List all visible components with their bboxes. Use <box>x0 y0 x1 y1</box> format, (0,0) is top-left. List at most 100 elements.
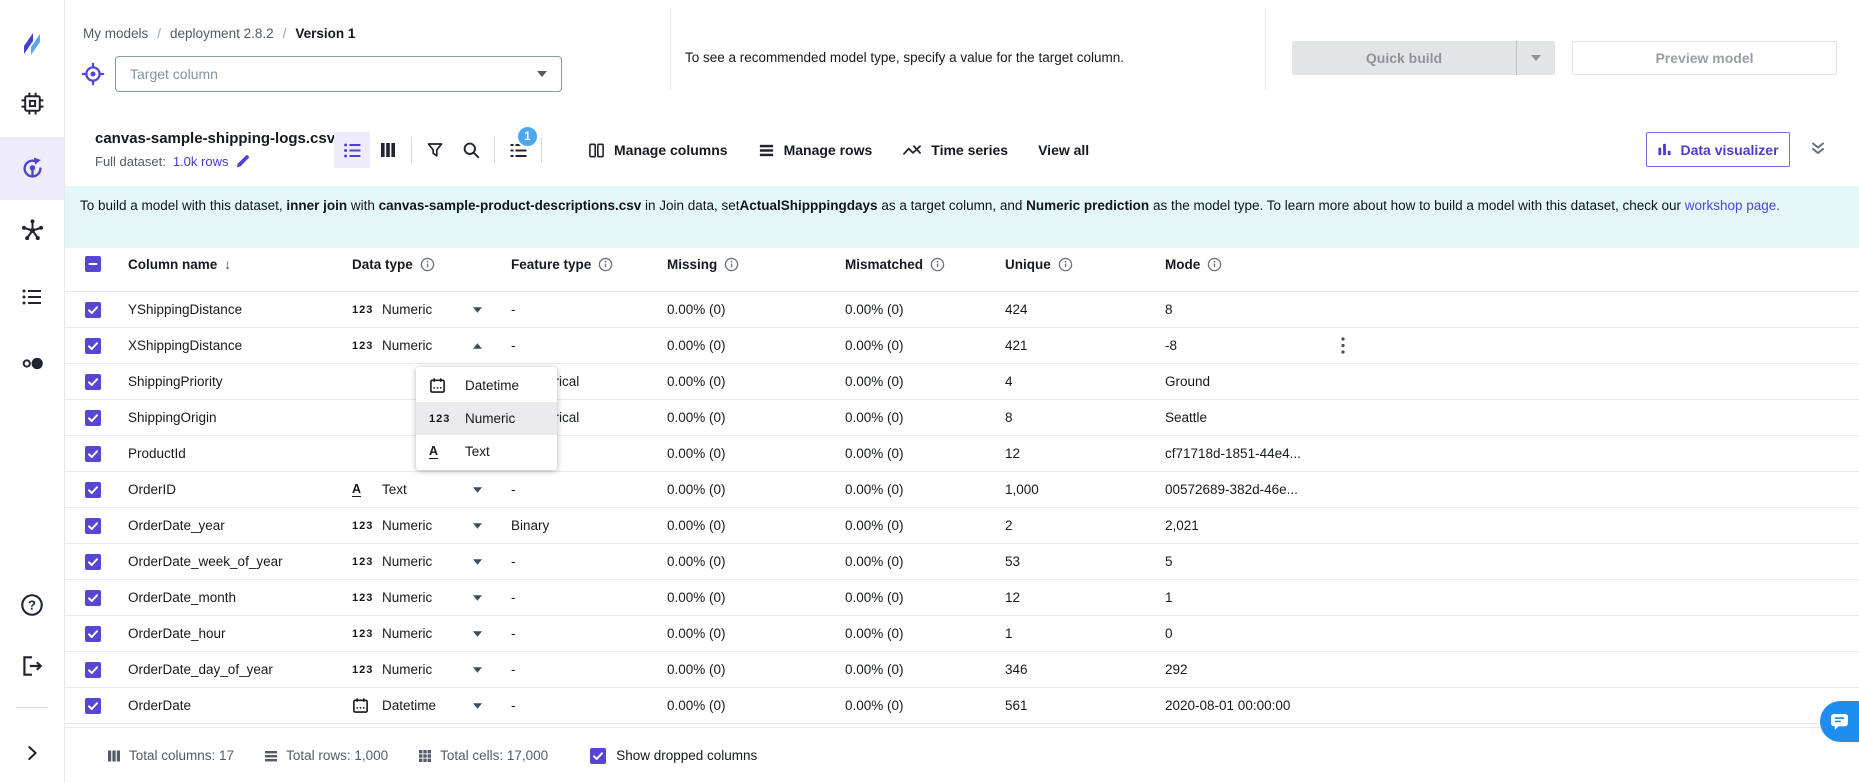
sidebar-expand-icon[interactable] <box>0 742 64 764</box>
row-checkbox-cell <box>85 446 128 462</box>
row-checkbox[interactable] <box>85 446 101 462</box>
footer-stat: Total columns: 17 <box>107 748 234 763</box>
time-series-button[interactable]: Time series <box>902 142 1008 159</box>
view-icon-strip: 1 <box>334 131 547 169</box>
data-visualizer-button[interactable]: Data visualizer <box>1646 132 1790 167</box>
sidebar-item-models[interactable] <box>0 155 64 182</box>
menu-item-numeric[interactable]: 123 Numeric <box>416 402 557 435</box>
datatype-cell: Datetime <box>352 697 511 714</box>
datatype-dropdown[interactable]: 123 Numeric <box>352 302 511 317</box>
row-checkbox[interactable] <box>85 698 101 714</box>
info-icon[interactable] <box>420 257 435 272</box>
info-icon[interactable] <box>598 257 613 272</box>
help-icon[interactable]: ? <box>0 592 64 618</box>
column-header[interactable]: Data type <box>352 257 511 272</box>
quick-build-button[interactable]: Quick build <box>1292 41 1555 75</box>
row-checkbox[interactable] <box>85 410 101 426</box>
target-column-select[interactable]: Target column <box>115 56 562 92</box>
row-checkbox[interactable] <box>85 482 101 498</box>
search-button[interactable] <box>453 132 489 168</box>
datatype-dropdown[interactable]: 123 Numeric <box>352 626 511 641</box>
cells-icon <box>418 749 432 763</box>
row-actions-kebab[interactable] <box>1332 335 1354 357</box>
breadcrumb-item[interactable]: deployment 2.8.2 <box>170 26 274 41</box>
sidebar-item-hub[interactable] <box>0 218 64 243</box>
sort-descending-icon[interactable]: ↓ <box>224 256 231 272</box>
column-header[interactable]: Mismatched <box>845 257 1005 272</box>
manage-columns-button[interactable]: Manage columns <box>588 142 728 159</box>
info-icon[interactable] <box>1058 257 1073 272</box>
footer-stat: Total rows: 1,000 <box>264 748 388 763</box>
rows-count-link[interactable]: 1.0k rows <box>173 154 229 169</box>
banner-segment: with <box>347 198 379 213</box>
time-series-label: Time series <box>931 142 1008 158</box>
datatype-dropdown[interactable]: 123 Numeric <box>352 518 511 533</box>
row-checkbox[interactable] <box>85 626 101 642</box>
missing-cell: 0.00% (0) <box>667 410 845 425</box>
sidebar-item-datasets[interactable] <box>0 351 64 376</box>
column-header[interactable]: Missing <box>667 257 845 272</box>
preview-model-button[interactable]: Preview model <box>1572 41 1837 75</box>
mismatched-cell: 0.00% (0) <box>845 374 1005 389</box>
mismatched-cell: 0.00% (0) <box>845 518 1005 533</box>
menu-item-datetime[interactable]: Datetime <box>416 369 557 402</box>
datatype-cell: A Text <box>352 482 511 497</box>
row-checkbox[interactable] <box>85 518 101 534</box>
datatype-dropdown[interactable]: A Text <box>352 482 511 497</box>
feature-type-cell: - <box>511 302 667 317</box>
quick-build-dropdown[interactable] <box>1516 41 1555 75</box>
logout-icon[interactable] <box>0 653 64 679</box>
compute-chip-icon[interactable] <box>0 91 64 116</box>
missing-cell: 0.00% (0) <box>667 698 845 713</box>
workshop-page-link[interactable]: workshop page. <box>1685 198 1780 213</box>
grid-view-button[interactable] <box>370 132 406 168</box>
datatype-dropdown[interactable]: Datetime <box>352 697 511 714</box>
feature-type-cell: - <box>511 626 667 641</box>
datatype-dropdown[interactable]: 123 Numeric <box>352 338 511 353</box>
chat-widget-button[interactable] <box>1820 701 1859 742</box>
menu-item-text[interactable]: A Text <box>416 435 557 468</box>
canvas-logo-icon[interactable] <box>0 28 64 56</box>
list-view-button[interactable] <box>334 132 370 168</box>
double-chevron-down-icon[interactable] <box>1808 138 1828 163</box>
edit-pencil-icon[interactable] <box>235 153 251 169</box>
rows-icon <box>264 749 278 763</box>
select-all-checkbox[interactable] <box>85 256 101 272</box>
column-header[interactable]: Feature type <box>511 257 667 272</box>
datatype-dropdown[interactable]: 123 Numeric <box>352 554 511 569</box>
mismatched-cell: 0.00% (0) <box>845 662 1005 677</box>
filter-button[interactable] <box>417 132 453 168</box>
info-icon[interactable] <box>930 257 945 272</box>
info-icon[interactable] <box>1207 257 1222 272</box>
missing-cell: 0.00% (0) <box>667 302 845 317</box>
show-dropped-checkbox[interactable] <box>590 748 606 764</box>
column-header-label: Column name <box>128 257 217 272</box>
datatype-123-icon: 123 <box>352 520 382 532</box>
manage-rows-button[interactable]: Manage rows <box>758 142 873 159</box>
row-checkbox[interactable] <box>85 338 101 354</box>
row-checkbox[interactable] <box>85 302 101 318</box>
breadcrumb-item[interactable]: My models <box>83 26 148 41</box>
mismatched-cell: 0.00% (0) <box>845 626 1005 641</box>
column-name-cell: ShippingPriority <box>128 374 352 389</box>
column-header[interactable]: Mode <box>1165 257 1332 272</box>
info-icon[interactable] <box>724 257 739 272</box>
column-header[interactable]: Unique <box>1005 257 1165 272</box>
row-checkbox[interactable] <box>85 590 101 606</box>
view-all-button[interactable]: View all <box>1038 142 1089 158</box>
mode-cell: 5 <box>1165 554 1332 569</box>
sidebar-item-list[interactable] <box>0 285 64 309</box>
unique-cell: 421 <box>1005 338 1165 353</box>
datatype-dropdown[interactable]: 123 Numeric <box>352 662 511 677</box>
row-checkbox[interactable] <box>85 554 101 570</box>
column-header[interactable]: Column name ↓ <box>128 256 352 272</box>
sort-steps-button[interactable]: 1 <box>500 132 536 168</box>
calendar-icon <box>429 377 455 394</box>
build-hint-banner: To build a model with this dataset, inne… <box>64 186 1859 248</box>
feature-type-cell: - <box>511 698 667 713</box>
datatype-dropdown[interactable]: 123 Numeric <box>352 590 511 605</box>
unique-cell: 12 <box>1005 446 1165 461</box>
caret-down-icon <box>472 630 483 638</box>
row-checkbox[interactable] <box>85 662 101 678</box>
row-checkbox[interactable] <box>85 374 101 390</box>
